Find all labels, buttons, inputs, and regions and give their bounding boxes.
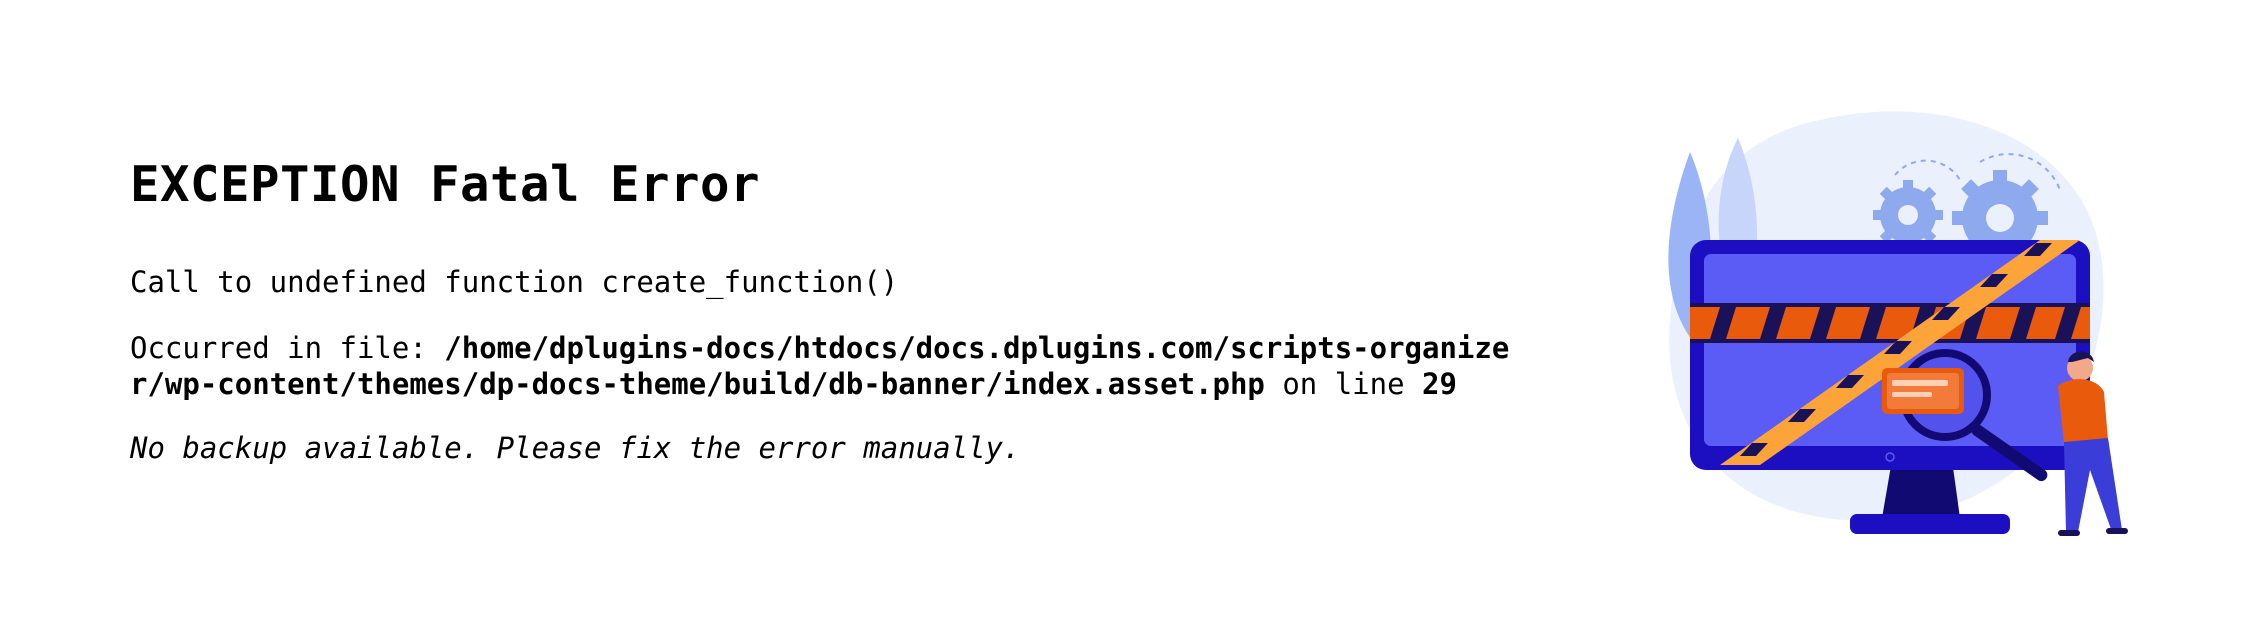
- occurred-label: Occurred in file:: [130, 330, 445, 365]
- monitor-base: [1850, 514, 2010, 534]
- error-message: Call to undefined function create_functi…: [130, 264, 899, 299]
- error-location: Occurred in file: /home/dplugins-docs/ht…: [130, 330, 1510, 402]
- gear-small-icon: [1873, 180, 1943, 250]
- error-title: EXCEPTION Fatal Error: [130, 156, 761, 213]
- line-number: 29: [1422, 366, 1457, 401]
- broken-monitor-illustration: [1668, 111, 2128, 536]
- on-line-label: on line: [1264, 366, 1423, 401]
- error-panel: EXCEPTION Fatal Error Call to undefined …: [130, 158, 1510, 466]
- error-note: No backup available. Please fix the erro…: [130, 430, 1021, 465]
